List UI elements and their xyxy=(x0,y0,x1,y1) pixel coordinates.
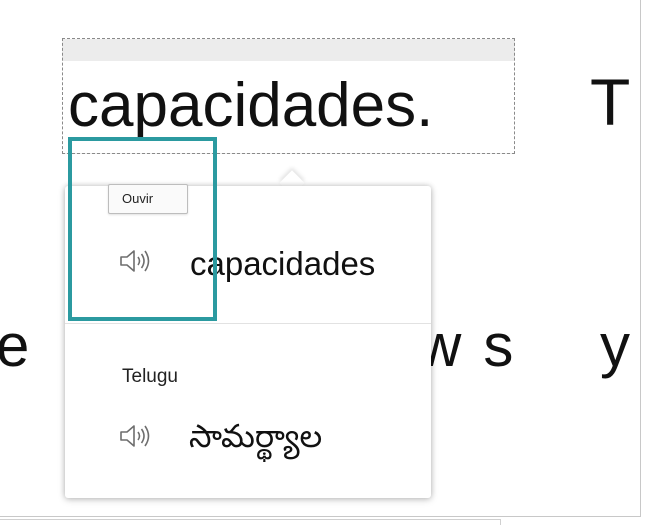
popup-arrow-cover xyxy=(272,186,312,196)
divider xyxy=(500,519,501,525)
selected-word[interactable]: capacidades. xyxy=(68,66,433,146)
popup-divider xyxy=(65,323,431,324)
speaker-icon[interactable] xyxy=(118,423,152,449)
translated-word: సామర్థ్యాల xyxy=(189,417,323,455)
divider xyxy=(0,519,500,520)
next-word-fragment: T xyxy=(590,65,631,139)
target-language-label: Telugu xyxy=(122,366,178,387)
document-text-line-right: y xyxy=(600,312,630,379)
document-text-line-mid: ws xyxy=(418,312,536,379)
source-word: capacidades xyxy=(190,245,376,282)
document-text-line-left: e xyxy=(0,312,52,379)
highlight-annotation xyxy=(68,137,217,321)
